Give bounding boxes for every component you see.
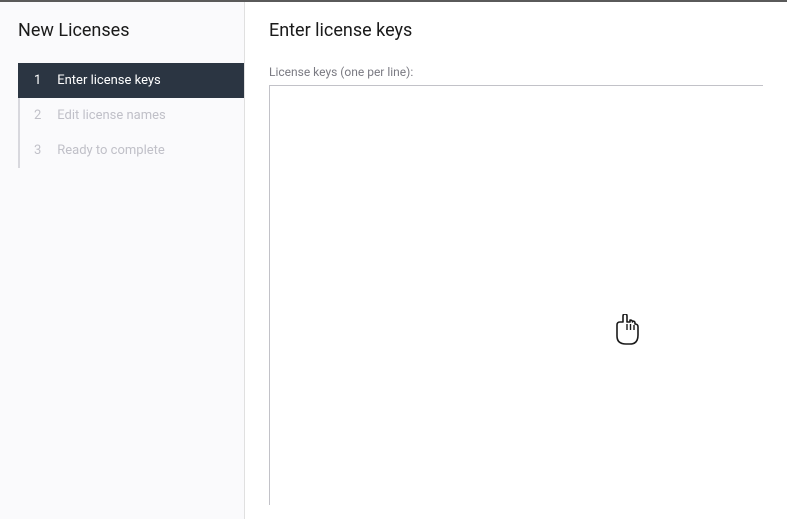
step-number: 3 xyxy=(34,143,48,158)
wizard-content: Enter license keys License keys (one per… xyxy=(245,2,787,519)
license-keys-label: License keys (one per line): xyxy=(269,65,763,79)
wizard-steps: 1 Enter license keys 2 Edit license name… xyxy=(18,63,244,168)
step-enter-license-keys[interactable]: 1 Enter license keys xyxy=(18,63,244,98)
step-number: 2 xyxy=(34,108,48,123)
step-label: Enter license keys xyxy=(57,73,161,88)
license-keys-input[interactable] xyxy=(269,85,763,505)
step-ready-to-complete: 3 Ready to complete xyxy=(20,133,244,168)
wizard-container: New Licenses 1 Enter license keys 2 Edit… xyxy=(0,2,787,519)
step-label: Ready to complete xyxy=(57,143,165,158)
step-edit-license-names: 2 Edit license names xyxy=(20,98,244,133)
page-title: Enter license keys xyxy=(269,20,763,41)
step-label: Edit license names xyxy=(57,108,166,123)
wizard-sidebar: New Licenses 1 Enter license keys 2 Edit… xyxy=(0,2,245,519)
wizard-title: New Licenses xyxy=(0,20,244,63)
step-number: 1 xyxy=(34,73,48,88)
